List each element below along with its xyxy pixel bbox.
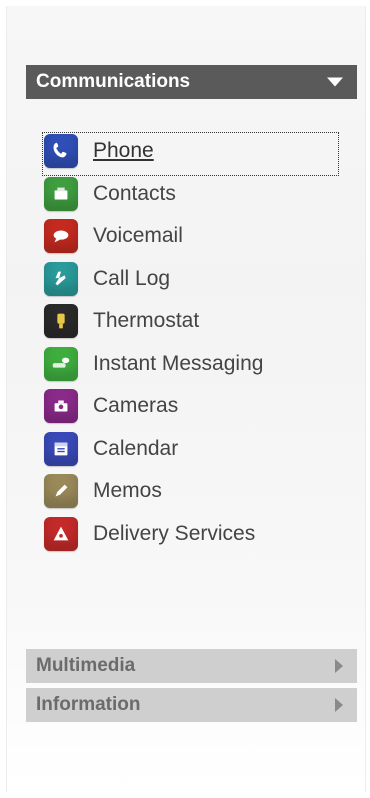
chevron-down-icon — [327, 77, 343, 87]
voicemail-icon — [44, 219, 78, 254]
delivery-services-icon — [44, 516, 78, 551]
menu-item-voicemail[interactable]: Voicemail — [42, 215, 342, 258]
menu-item-label: Memos — [93, 479, 162, 503]
information-section-title: Information — [36, 694, 141, 715]
cameras-icon — [44, 389, 78, 424]
menu-item-label: Cameras — [93, 394, 179, 418]
information-section-header[interactable]: Information — [26, 688, 357, 722]
chevron-right-icon — [335, 698, 343, 712]
menu-item-memos[interactable]: Memos — [42, 470, 342, 513]
menu-item-contacts[interactable]: Contacts — [42, 173, 342, 216]
menu-item-calendar[interactable]: Calendar — [42, 428, 342, 471]
menu-item-label: Instant Messaging — [93, 351, 264, 375]
menu-item-delivery-services[interactable]: Delivery Services — [42, 513, 342, 556]
communications-section-title: Communications — [36, 71, 191, 92]
communications-menu: Phone Contacts Voicemail Call Log Thermo… — [42, 130, 342, 555]
multimedia-section-header[interactable]: Multimedia — [26, 649, 357, 683]
instant-messaging-icon — [44, 346, 78, 381]
menu-item-call-log[interactable]: Call Log — [42, 258, 342, 301]
thermostat-icon — [44, 304, 78, 339]
phone-icon — [44, 134, 78, 169]
menu-item-label: Call Log — [93, 266, 171, 290]
menu-item-label: Delivery Services — [93, 521, 256, 545]
contacts-icon — [44, 176, 78, 211]
menu-item-label: Voicemail — [93, 224, 183, 248]
memos-icon — [44, 474, 78, 509]
menu-item-phone[interactable]: Phone — [42, 130, 342, 176]
communications-section-header[interactable]: Communications — [26, 65, 357, 99]
menu-item-instant-messaging[interactable]: Instant Messaging — [42, 343, 342, 386]
multimedia-section-title: Multimedia — [36, 655, 136, 676]
menu-item-label: Thermostat — [93, 309, 200, 333]
menu-item-thermostat[interactable]: Thermostat — [42, 300, 342, 343]
chevron-right-icon — [335, 659, 343, 673]
call-log-icon — [44, 261, 78, 296]
menu-item-label: Phone — [93, 139, 154, 163]
menu-item-label: Calendar — [93, 436, 179, 460]
menu-item-label: Contacts — [93, 181, 176, 205]
menu-item-cameras[interactable]: Cameras — [42, 385, 342, 428]
calendar-icon — [44, 431, 78, 466]
